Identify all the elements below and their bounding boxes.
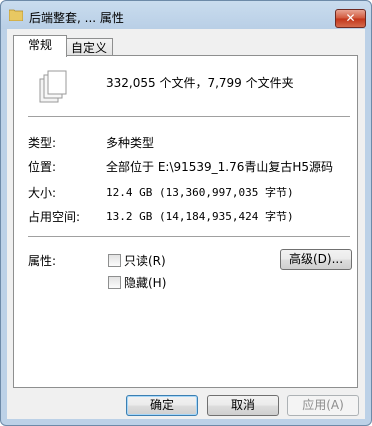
disk-size-value: 13.2 GB (14,184,935,424 字节) [106, 210, 294, 223]
disk-size-label: 占用空间: [28, 210, 81, 224]
readonly-label[interactable]: 只读(R) [124, 252, 166, 269]
title-bar[interactable]: 后端整套, ... 属性 ✕ [1, 1, 371, 29]
size-value: 12.4 GB (13,360,997,035 字节) [106, 186, 294, 199]
window-title: 后端整套, ... 属性 [29, 11, 124, 25]
folder-icon [9, 9, 23, 21]
advanced-button[interactable]: 高级(D)... [280, 249, 352, 270]
close-button[interactable]: ✕ [335, 9, 366, 28]
cancel-button[interactable]: 取消 [207, 395, 279, 416]
type-label: 类型: [28, 136, 57, 150]
divider [28, 116, 350, 117]
location-label: 位置: [28, 160, 57, 174]
divider [28, 236, 350, 237]
size-label: 大小: [28, 186, 57, 200]
type-value: 多种类型 [106, 136, 155, 150]
close-icon: ✕ [345, 11, 356, 25]
readonly-checkbox[interactable] [108, 254, 121, 267]
hidden-label[interactable]: 隐藏(H) [124, 274, 166, 291]
location-value: 全部位于 E:\91539_1.76青山复古H5源码 [106, 160, 334, 174]
apply-button: 应用(A) [287, 395, 359, 416]
ok-button[interactable]: 确定 [126, 395, 198, 416]
properties-dialog: 后端整套, ... 属性 ✕ 常规 自定义 332,055 个文件，7,799 … [0, 0, 372, 426]
general-panel: 332,055 个文件，7,799 个文件夹 类型: 多种类型 位置: 全部位于… [13, 55, 358, 388]
tab-general[interactable]: 常规 [13, 35, 67, 57]
attributes-label: 属性: [28, 254, 57, 268]
multiple-files-icon [39, 70, 67, 103]
dialog-client: 常规 自定义 332,055 个文件，7,799 个文件夹 类型: 多种类型 位… [7, 29, 365, 419]
file-count-summary: 332,055 个文件，7,799 个文件夹 [106, 76, 294, 90]
hidden-checkbox[interactable] [108, 276, 121, 289]
